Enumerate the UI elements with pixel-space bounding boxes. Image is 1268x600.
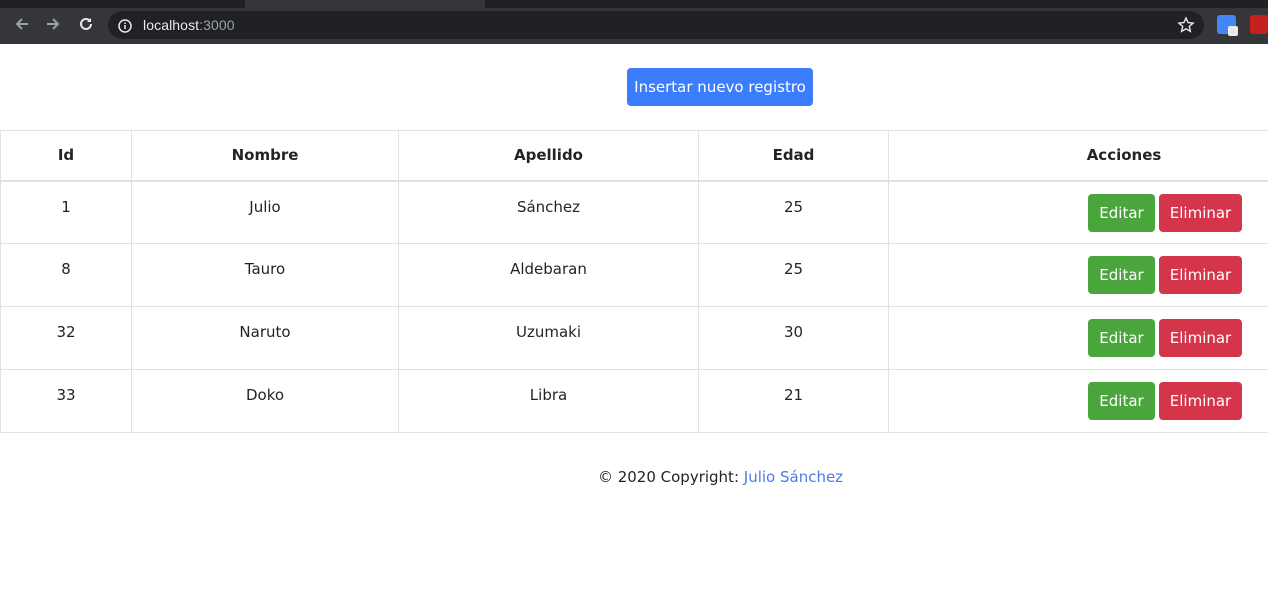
insert-new-record-button[interactable]: Insertar nuevo registro (627, 68, 813, 106)
author-link[interactable]: Julio Sánchez (744, 468, 843, 486)
translate-extension-icon[interactable] (1217, 15, 1238, 36)
table-row: 1 Julio Sánchez 25 Editar Eliminar (0, 180, 1268, 244)
header-id: Id (0, 130, 132, 182)
delete-button[interactable]: Eliminar (1159, 319, 1242, 357)
cell-id: 33 (0, 369, 132, 433)
cell-nombre: Naruto (131, 306, 399, 370)
cell-apellido: Aldebaran (398, 243, 699, 307)
cell-edad: 25 (698, 180, 889, 244)
edit-button[interactable]: Editar (1088, 319, 1155, 357)
header-nombre: Nombre (131, 130, 399, 182)
table-row: 32 Naruto Uzumaki 30 Editar Eliminar (0, 306, 1268, 370)
forward-arrow-icon[interactable] (43, 14, 63, 34)
tab-strip (0, 0, 1268, 8)
table-header-row: Id Nombre Apellido Edad Acciones (0, 130, 1268, 182)
records-table: Id Nombre Apellido Edad Acciones 1 Julio… (0, 130, 1268, 433)
delete-button[interactable]: Eliminar (1159, 193, 1242, 232)
cell-id: 1 (0, 180, 132, 244)
reload-icon[interactable] (76, 14, 96, 34)
edit-button[interactable]: Editar (1088, 382, 1155, 420)
header-apellido: Apellido (398, 130, 699, 182)
cell-actions: Editar Eliminar (888, 180, 1268, 244)
cell-edad: 21 (698, 369, 889, 433)
url-text: localhost:3000 (143, 17, 235, 33)
bookmark-star-icon[interactable] (1177, 16, 1195, 34)
cell-nombre: Julio (131, 180, 399, 244)
footer: © 2020 Copyright: Julio Sánchez (0, 468, 1268, 486)
cell-edad: 25 (698, 243, 889, 307)
url-host: localhost (143, 17, 200, 33)
edit-button[interactable]: Editar (1088, 193, 1155, 232)
header-edad: Edad (698, 130, 889, 182)
delete-button[interactable]: Eliminar (1159, 382, 1242, 420)
info-icon[interactable] (118, 18, 132, 33)
extension-icon[interactable] (1250, 15, 1268, 34)
edit-button[interactable]: Editar (1088, 256, 1155, 294)
back-arrow-icon[interactable] (12, 14, 32, 34)
cell-actions: Editar Eliminar (888, 243, 1268, 307)
cell-nombre: Doko (131, 369, 399, 433)
delete-button[interactable]: Eliminar (1159, 256, 1242, 294)
copyright-text: © 2020 Copyright: (597, 468, 744, 486)
browser-toolbar: localhost:3000 (0, 0, 1268, 44)
address-bar[interactable]: localhost:3000 (108, 11, 1204, 39)
url-port: :3000 (199, 17, 235, 33)
browser-tab[interactable] (245, 0, 485, 8)
cell-edad: 30 (698, 306, 889, 370)
table-row: 33 Doko Libra 21 Editar Eliminar (0, 369, 1268, 433)
cell-actions: Editar Eliminar (888, 369, 1268, 433)
cell-actions: Editar Eliminar (888, 306, 1268, 370)
cell-apellido: Uzumaki (398, 306, 699, 370)
header-acciones: Acciones (888, 130, 1268, 182)
cell-apellido: Sánchez (398, 180, 699, 244)
cell-id: 8 (0, 243, 132, 307)
cell-id: 32 (0, 306, 132, 370)
cell-apellido: Libra (398, 369, 699, 433)
cell-nombre: Tauro (131, 243, 399, 307)
table-row: 8 Tauro Aldebaran 25 Editar Eliminar (0, 243, 1268, 307)
